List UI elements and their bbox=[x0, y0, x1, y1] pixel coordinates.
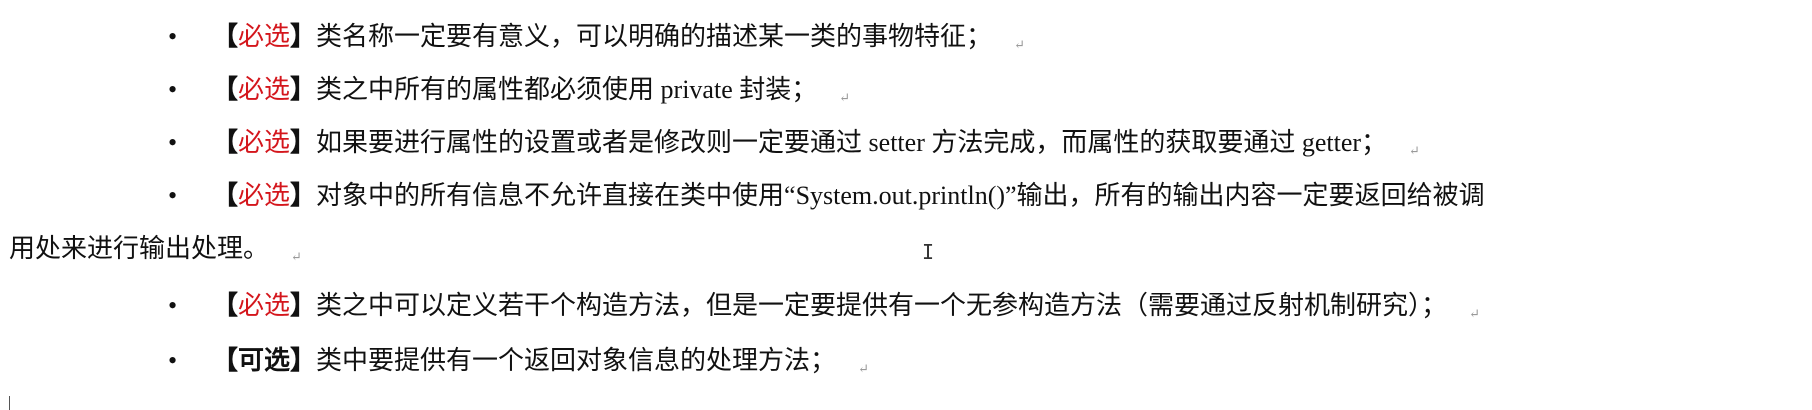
bracket-close: 】 bbox=[290, 346, 317, 375]
paragraph-mark-icon: ↵ bbox=[858, 361, 869, 376]
bracket-open: 【 bbox=[212, 346, 239, 375]
bracket-close: 】 bbox=[290, 128, 317, 157]
tag-required: 必选 bbox=[238, 181, 291, 210]
item-text: 类之中可以定义若干个构造方法，但是一定要提供有一个无参构造方法（需要通过反射机制… bbox=[316, 291, 1448, 320]
paragraph-mark-icon: ↵ bbox=[839, 90, 851, 105]
bracket-open: 【 bbox=[212, 22, 239, 51]
list-item: 【可选】类中要提供有一个返回对象信息的处理方法； ↵ bbox=[212, 345, 869, 385]
tag-required: 必选 bbox=[238, 291, 291, 320]
paragraph-mark-icon: ↵ bbox=[1409, 143, 1420, 158]
paragraph-mark-icon: ↵ bbox=[1469, 306, 1480, 321]
item-text: 类名称一定要有意义，可以明确的描述某一类的事物特征； bbox=[316, 22, 993, 51]
item-text: 如果要进行属性的设置或者是修改则一定要通过 setter 方法完成，而属性的获取… bbox=[316, 128, 1388, 157]
list-item: 【必选】类名称一定要有意义，可以明确的描述某一类的事物特征； ↵ bbox=[212, 21, 1025, 61]
list-item: 【必选】类之中所有的属性都必须使用 private 封装； ↵ bbox=[212, 74, 850, 114]
bullet: • bbox=[168, 346, 178, 375]
paragraph-mark-icon: ↵ bbox=[291, 249, 302, 264]
list-item: 【必选】类之中可以定义若干个构造方法，但是一定要提供有一个无参构造方法（需要通过… bbox=[212, 290, 1480, 330]
bullet: • bbox=[168, 181, 178, 210]
tag-required: 必选 bbox=[238, 22, 291, 51]
tag-optional: 可选 bbox=[238, 346, 291, 375]
tag-required: 必选 bbox=[238, 128, 291, 157]
bracket-close: 】 bbox=[290, 181, 317, 210]
bracket-open: 【 bbox=[212, 128, 239, 157]
bracket-open: 【 bbox=[212, 181, 239, 210]
bracket-close: 】 bbox=[290, 291, 317, 320]
item-text: 用处来进行输出处理。 bbox=[9, 234, 270, 263]
list-item-continuation: 用处来进行输出处理。 ↵ bbox=[9, 233, 302, 273]
text-cursor-icon: I bbox=[922, 240, 935, 264]
item-text: 类中要提供有一个返回对象信息的处理方法； bbox=[316, 346, 837, 375]
bracket-open: 【 bbox=[212, 75, 239, 104]
tag-required: 必选 bbox=[238, 75, 291, 104]
bullet: • bbox=[168, 75, 178, 104]
bracket-open: 【 bbox=[212, 291, 239, 320]
list-item: 【必选】对象中的所有信息不允许直接在类中使用“System.out.printl… bbox=[212, 180, 1485, 212]
bullet: • bbox=[168, 22, 178, 51]
item-text: 对象中的所有信息不允许直接在类中使用“System.out.println()”… bbox=[316, 181, 1485, 210]
item-text: 类之中所有的属性都必须使用 private 封装； bbox=[316, 75, 818, 104]
bullet: • bbox=[168, 291, 178, 320]
list-item: 【必选】如果要进行属性的设置或者是修改则一定要通过 setter 方法完成，而属… bbox=[212, 127, 1420, 167]
bracket-close: 】 bbox=[290, 75, 317, 104]
bracket-close: 】 bbox=[290, 22, 317, 51]
paragraph-mark-icon: ↵ bbox=[1014, 37, 1025, 52]
bullet: • bbox=[168, 128, 178, 157]
